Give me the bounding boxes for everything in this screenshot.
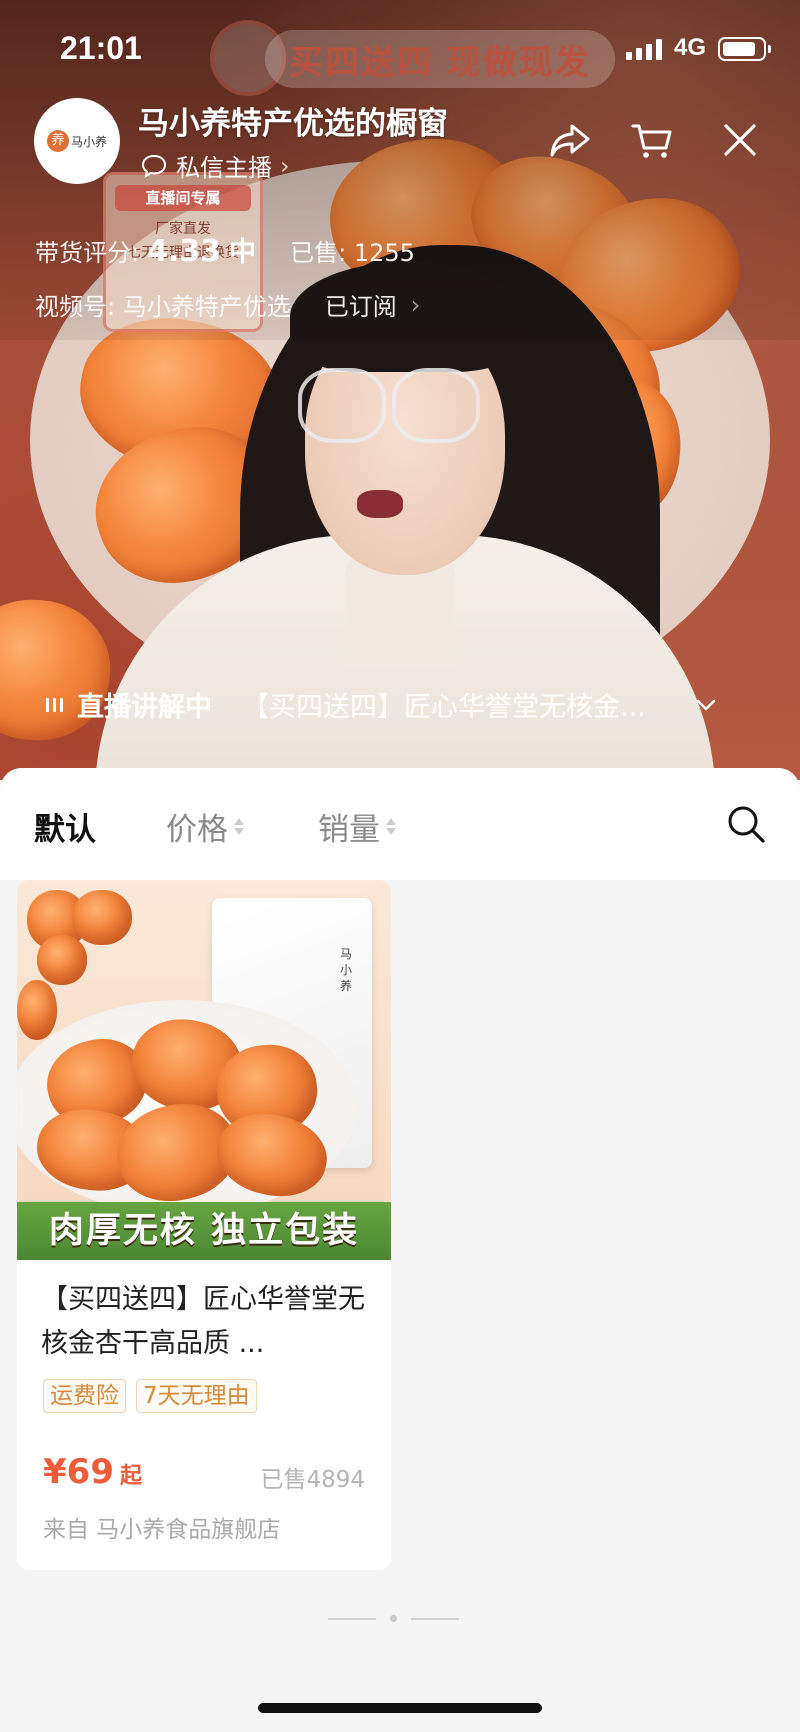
apricot — [72, 890, 132, 945]
status-bar: 21:01 4G — [0, 0, 800, 100]
price-suffix: 起 — [119, 1464, 142, 1489]
shop-sold-count: 已售: 1255 — [290, 239, 415, 267]
rating-level: 中 — [229, 237, 257, 268]
shop-title: 马小养特产优选的橱窗 — [138, 106, 448, 142]
subscribed-status: 已订阅 — [324, 293, 397, 321]
rating-label: 带货评分: — [35, 239, 140, 267]
message-host-label: 私信主播 — [176, 154, 272, 182]
product-sheet: 默认 价格 销量 马小养 肉厚无核 独立包装 【买四送四】匠心华誉堂无核金杏干高… — [0, 768, 800, 1732]
product-store[interactable]: 来自 马小养食品旗舰店 — [43, 1510, 280, 1544]
product-tags: 运费险 7天无理由 — [43, 1379, 257, 1413]
signal-icon — [626, 38, 662, 60]
tag-seven-day-return: 7天无理由 — [136, 1379, 257, 1413]
channel-name: 视频号: 马小养特产优选 — [35, 293, 291, 321]
live-status-label: 直播讲解中 — [77, 692, 212, 723]
rating-score: 4.33 — [147, 234, 222, 269]
glasses-right — [392, 368, 480, 443]
network-type: 4G — [674, 34, 707, 61]
live-explaining-bar[interactable]: 直播讲解中 【买四送四】匠心华誉堂无核金... — [46, 685, 766, 724]
chat-bubble-icon — [141, 154, 167, 178]
apricot — [37, 935, 87, 985]
sort-bar: 默认 价格 销量 — [0, 768, 800, 880]
sort-tab-default[interactable]: 默认 — [34, 804, 96, 849]
battery-icon — [718, 37, 771, 61]
sort-tab-sales[interactable]: 销量 — [318, 804, 396, 849]
chevron-down-icon[interactable] — [692, 691, 720, 719]
product-price: ¥69 起 — [43, 1452, 142, 1492]
rating-row: 带货评分: 4.33 中 已售: 1255 — [35, 230, 415, 269]
sort-tab-label: 销量 — [318, 812, 380, 848]
sort-arrows-icon — [234, 818, 244, 835]
home-indicator[interactable] — [258, 1703, 542, 1713]
promo-card-title: 直播间专属 — [115, 185, 251, 211]
logo-text: 马小养 — [70, 134, 107, 149]
search-icon[interactable] — [724, 802, 768, 846]
page-indicator — [328, 1615, 459, 1622]
sort-tab-label: 默认 — [34, 812, 96, 848]
pager-dot — [390, 1615, 397, 1622]
channel-row[interactable]: 视频号: 马小养特产优选 已订阅 › — [35, 287, 420, 322]
chevron-right-icon: › — [280, 151, 290, 180]
image-banner-text: 肉厚无核 独立包装 — [48, 1211, 360, 1251]
product-card[interactable]: 马小养 肉厚无核 独立包装 【买四送四】匠心华誉堂无核金杏干高品质 ... 运费… — [17, 880, 391, 1570]
glasses-left — [298, 368, 386, 443]
close-icon[interactable] — [718, 118, 762, 162]
pouch-brand: 马小养 — [340, 947, 353, 993]
battery-level — [723, 42, 755, 56]
pager-line — [411, 1617, 459, 1620]
live-bars-icon — [46, 697, 63, 712]
tag-shipping-insurance: 运费险 — [43, 1379, 126, 1413]
product-title[interactable]: 【买四送四】匠心华誉堂无核金杏干高品质 ... — [41, 1278, 371, 1366]
live-video-background[interactable]: 买四送四 现做现发 直播间专属 厂家直发 七天无理由退换货 21:01 4G 养… — [0, 0, 800, 780]
cart-icon[interactable] — [630, 118, 674, 162]
sort-tab-price[interactable]: 价格 — [166, 804, 244, 849]
chevron-right-icon: › — [410, 290, 421, 319]
live-product-title: 【买四送四】匠心华誉堂无核金... — [242, 692, 646, 723]
product-image[interactable]: 马小养 肉厚无核 独立包装 — [17, 880, 391, 1260]
pager-line — [328, 1617, 376, 1620]
message-host-button[interactable]: 私信主播 › — [140, 148, 290, 183]
sort-tab-label: 价格 — [166, 812, 228, 848]
logo-seal: 养 — [46, 130, 69, 152]
sort-arrows-icon — [386, 818, 396, 835]
product-sold-count: 已售4894 — [260, 1467, 365, 1493]
share-icon[interactable] — [548, 118, 592, 162]
apricot — [17, 980, 57, 1040]
status-time: 21:01 — [60, 30, 142, 66]
price-amount: ¥69 — [43, 1452, 114, 1492]
shop-avatar[interactable]: 养 马小养 — [34, 98, 120, 184]
presenter-mouth — [357, 490, 403, 518]
